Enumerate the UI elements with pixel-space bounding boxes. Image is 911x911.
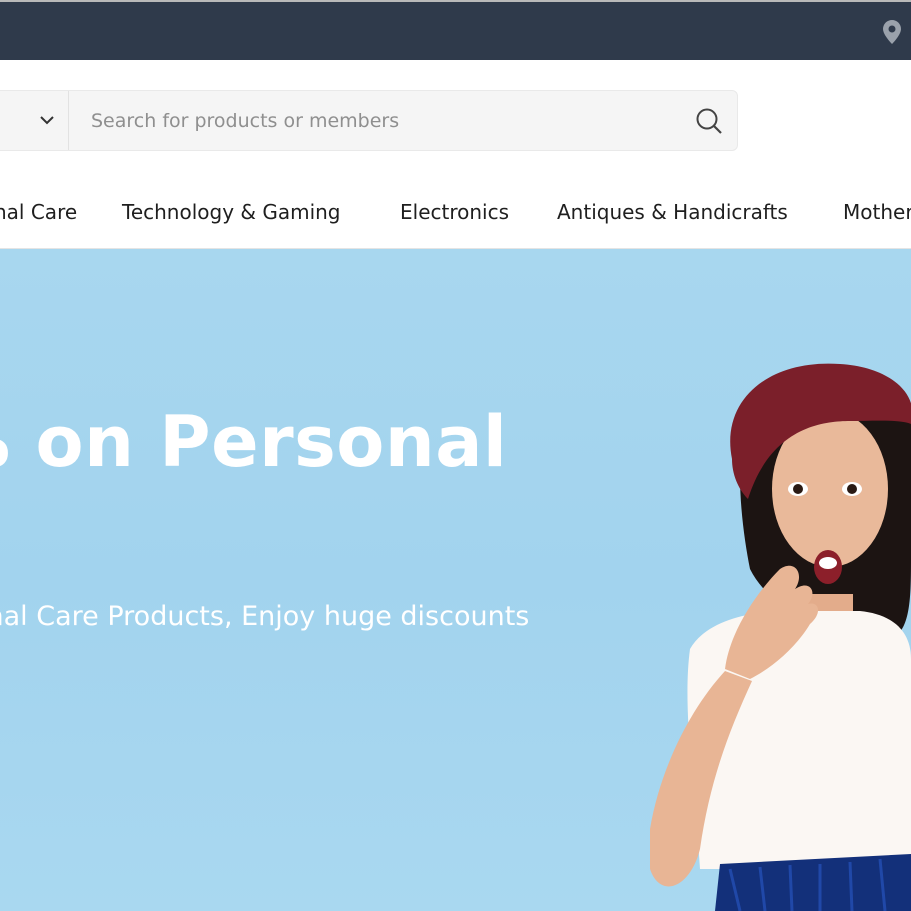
category-nav: nal Care Technology & Gaming Electronics… (0, 178, 911, 249)
hero-subline: onal Care Products, Enjoy huge discounts (0, 601, 530, 632)
nav-item-electronics[interactable]: Electronics (400, 200, 509, 224)
nav-item-technology-gaming[interactable]: Technology & Gaming (122, 200, 341, 224)
category-dropdown[interactable] (0, 91, 69, 150)
search-row (0, 60, 911, 178)
search-input[interactable] (69, 91, 669, 150)
chevron-down-icon (40, 116, 54, 125)
hero-headline: % on Personal (0, 401, 508, 483)
location-pin-icon[interactable] (883, 20, 901, 48)
nav-item-personal-care[interactable]: nal Care (0, 200, 77, 224)
search-bar (0, 90, 738, 151)
nav-item-antiques-handicrafts[interactable]: Antiques & Handicrafts (557, 200, 788, 224)
top-bar (0, 0, 911, 60)
hero-model-image (650, 363, 911, 911)
hero-banner[interactable]: % on Personal onal Care Products, Enjoy … (0, 249, 911, 911)
search-icon[interactable] (695, 107, 723, 139)
nav-item-mother[interactable]: Mother (843, 200, 911, 224)
